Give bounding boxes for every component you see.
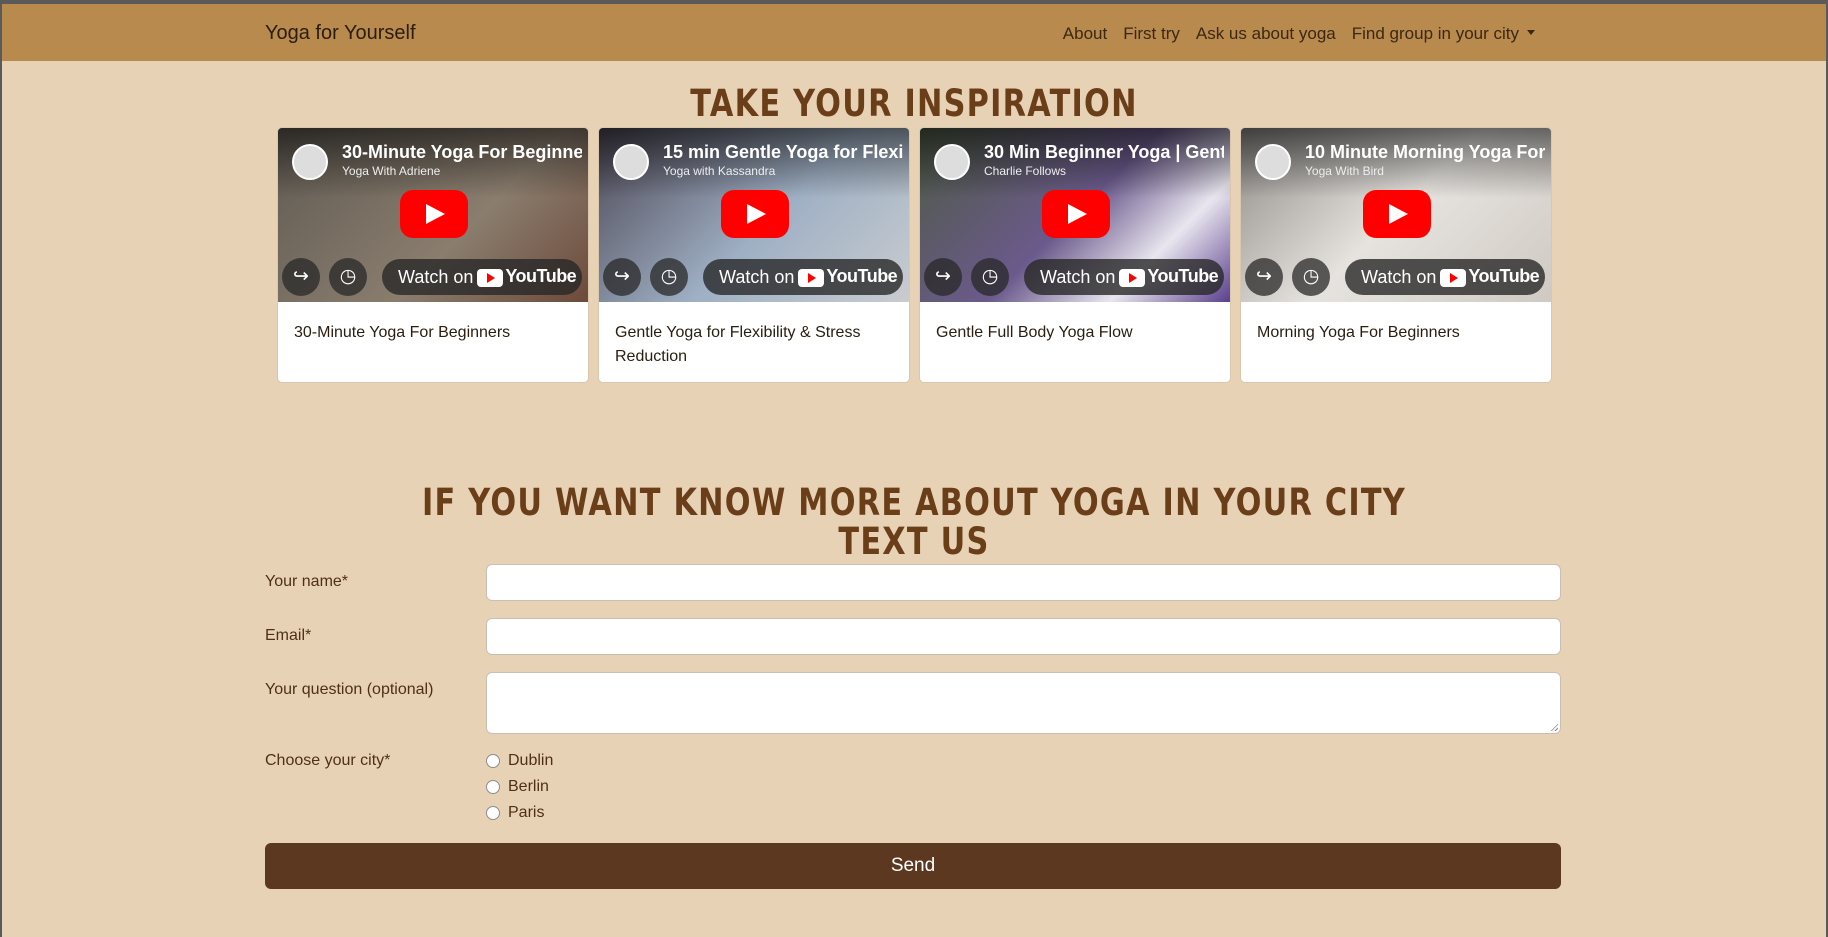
- video-channel[interactable]: Yoga with Kassandra: [663, 164, 775, 178]
- nav-link-about[interactable]: About: [1063, 24, 1107, 44]
- play-icon[interactable]: [1363, 190, 1431, 238]
- watch-on-label: Watch on: [398, 267, 474, 287]
- inspiration-title: TAKE YOUR INSPIRATION: [690, 82, 1138, 125]
- video-caption: Gentle Yoga for Flexibility & Stress Red…: [615, 324, 861, 365]
- city-option-berlin[interactable]: Berlin: [486, 778, 549, 796]
- watch-on-label: Watch on: [719, 267, 795, 287]
- resize-handle-icon[interactable]: [1550, 723, 1558, 731]
- question-label: Your question (optional): [265, 681, 434, 698]
- contact-title-line1: IF YOU WANT KNOW MORE ABOUT YOGA IN YOUR…: [421, 481, 1407, 524]
- radio-label-berlin: Berlin: [508, 778, 549, 795]
- city-option-dublin[interactable]: Dublin: [486, 752, 553, 770]
- share-icon[interactable]: ↪: [1245, 258, 1283, 296]
- video-card: 30 Min Beginner Yoga | Gentle Charlie Fo…: [919, 127, 1231, 383]
- video-card: 15 min Gentle Yoga for Flexibility Yoga …: [598, 127, 910, 383]
- watch-on-label: Watch on: [1361, 267, 1437, 287]
- nav-dropdown-label: Find group in your city: [1351, 24, 1519, 43]
- video-title[interactable]: 10 Minute Morning Yoga For: [1305, 142, 1545, 163]
- email-label: Email*: [265, 627, 312, 644]
- play-icon[interactable]: [1042, 190, 1110, 238]
- clock-icon[interactable]: ◷: [650, 258, 688, 296]
- video-cards: 30-Minute Yoga For Beginners Yoga With A…: [277, 127, 1552, 383]
- nav-dropdown-find-group[interactable]: Find group in your city: [1352, 24, 1535, 44]
- video-title[interactable]: 30 Min Beginner Yoga | Gentle: [984, 142, 1224, 163]
- channel-avatar[interactable]: [613, 144, 649, 180]
- name-label: Your name*: [265, 573, 349, 590]
- video-embed[interactable]: 30-Minute Yoga For Beginners Yoga With A…: [278, 128, 588, 302]
- watch-on-youtube-button[interactable]: Watch on YouTube: [1024, 259, 1224, 295]
- share-icon[interactable]: ↪: [924, 258, 962, 296]
- nav-link-first-try[interactable]: First try: [1123, 24, 1180, 44]
- clock-icon[interactable]: ◷: [971, 258, 1009, 296]
- video-channel[interactable]: Yoga With Bird: [1305, 164, 1384, 178]
- city-label: Choose your city*: [265, 752, 391, 769]
- video-caption: Gentle Full Body Yoga Flow: [936, 324, 1133, 341]
- radio-label-paris: Paris: [508, 804, 545, 821]
- nav-links: About First try Ask us about yoga Find g…: [1063, 24, 1535, 44]
- nav-link-ask[interactable]: Ask us about yoga: [1196, 24, 1336, 44]
- share-icon[interactable]: ↪: [603, 258, 641, 296]
- chevron-down-icon: [1527, 30, 1535, 36]
- send-button[interactable]: Send: [265, 843, 1561, 889]
- watch-on-youtube-button[interactable]: Watch on YouTube: [703, 259, 903, 295]
- radio-paris[interactable]: [486, 806, 500, 820]
- watch-on-label: Watch on: [1040, 267, 1116, 287]
- video-embed[interactable]: 10 Minute Morning Yoga For Yoga With Bir…: [1241, 128, 1551, 302]
- channel-avatar[interactable]: [934, 144, 970, 180]
- youtube-logo-icon: YouTube: [1119, 258, 1219, 294]
- brand-logo[interactable]: Yoga for Yourself: [265, 22, 416, 45]
- youtube-logo-text: YouTube: [1468, 266, 1540, 287]
- channel-avatar[interactable]: [1255, 144, 1291, 180]
- video-card: 10 Minute Morning Yoga For Yoga With Bir…: [1240, 127, 1552, 383]
- video-embed[interactable]: 15 min Gentle Yoga for Flexibility Yoga …: [599, 128, 909, 302]
- youtube-logo-text: YouTube: [1147, 266, 1219, 287]
- channel-avatar[interactable]: [292, 144, 328, 180]
- clock-icon[interactable]: ◷: [1292, 258, 1330, 296]
- play-icon[interactable]: [721, 190, 789, 238]
- clock-icon[interactable]: ◷: [329, 258, 367, 296]
- play-icon[interactable]: [400, 190, 468, 238]
- video-card: 30-Minute Yoga For Beginners Yoga With A…: [277, 127, 589, 383]
- video-caption: Morning Yoga For Beginners: [1257, 324, 1460, 341]
- youtube-logo-text: YouTube: [505, 266, 577, 287]
- radio-berlin[interactable]: [486, 780, 500, 794]
- watch-on-youtube-button[interactable]: Watch on YouTube: [1345, 259, 1545, 295]
- video-title[interactable]: 30-Minute Yoga For Beginners: [342, 142, 582, 163]
- video-channel[interactable]: Charlie Follows: [984, 164, 1066, 178]
- youtube-logo-icon: YouTube: [798, 258, 898, 294]
- navbar: Yoga for Yourself About First try Ask us…: [2, 4, 1826, 61]
- watch-on-youtube-button[interactable]: Watch on YouTube: [382, 259, 582, 295]
- youtube-logo-icon: YouTube: [1440, 258, 1540, 294]
- share-icon[interactable]: ↪: [282, 258, 320, 296]
- radio-label-dublin: Dublin: [508, 752, 554, 769]
- contact-title-line2: TEXT US: [838, 520, 990, 563]
- radio-dublin[interactable]: [486, 754, 500, 768]
- video-title[interactable]: 15 min Gentle Yoga for Flexibility: [663, 142, 903, 163]
- video-embed[interactable]: 30 Min Beginner Yoga | Gentle Charlie Fo…: [920, 128, 1230, 302]
- video-caption: 30-Minute Yoga For Beginners: [294, 324, 511, 341]
- youtube-logo-text: YouTube: [826, 266, 898, 287]
- youtube-logo-icon: YouTube: [477, 258, 577, 294]
- name-input[interactable]: [486, 564, 1561, 601]
- page: Yoga for Yourself About First try Ask us…: [2, 4, 1826, 937]
- city-option-paris[interactable]: Paris: [486, 804, 544, 822]
- video-channel[interactable]: Yoga With Adriene: [342, 164, 440, 178]
- email-input[interactable]: [486, 618, 1561, 655]
- question-textarea[interactable]: [486, 672, 1561, 734]
